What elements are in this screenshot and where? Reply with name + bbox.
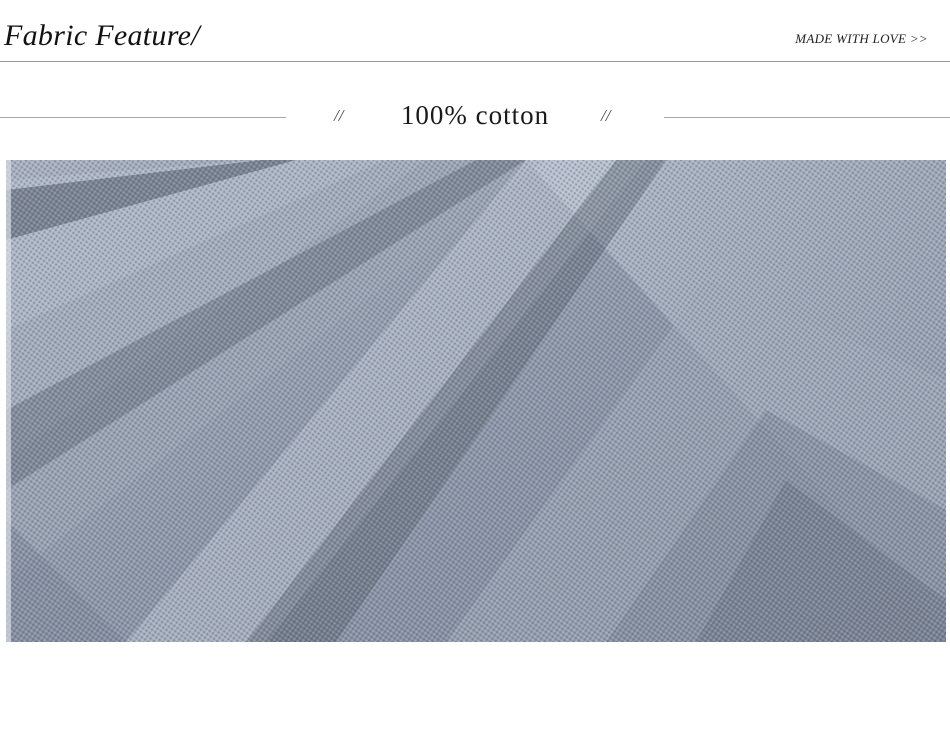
fabric-left-edge: [6, 160, 11, 642]
fabric-texture-image: [6, 160, 946, 642]
page-title: Fabric Feature/: [4, 19, 200, 52]
made-with-love-link[interactable]: MADE WITH LOVE >>: [795, 31, 928, 47]
fabric-photo: [6, 160, 946, 642]
fabric-weave-texture: [6, 160, 946, 642]
slash-ornament-right: //: [601, 106, 611, 125]
page-header: Fabric Feature/ MADE WITH LOVE >>: [0, 0, 950, 62]
section-title: 100% cotton: [400, 100, 550, 130]
section-heading: // 100% cotton //: [0, 96, 950, 140]
divider-line-right: [664, 117, 950, 118]
